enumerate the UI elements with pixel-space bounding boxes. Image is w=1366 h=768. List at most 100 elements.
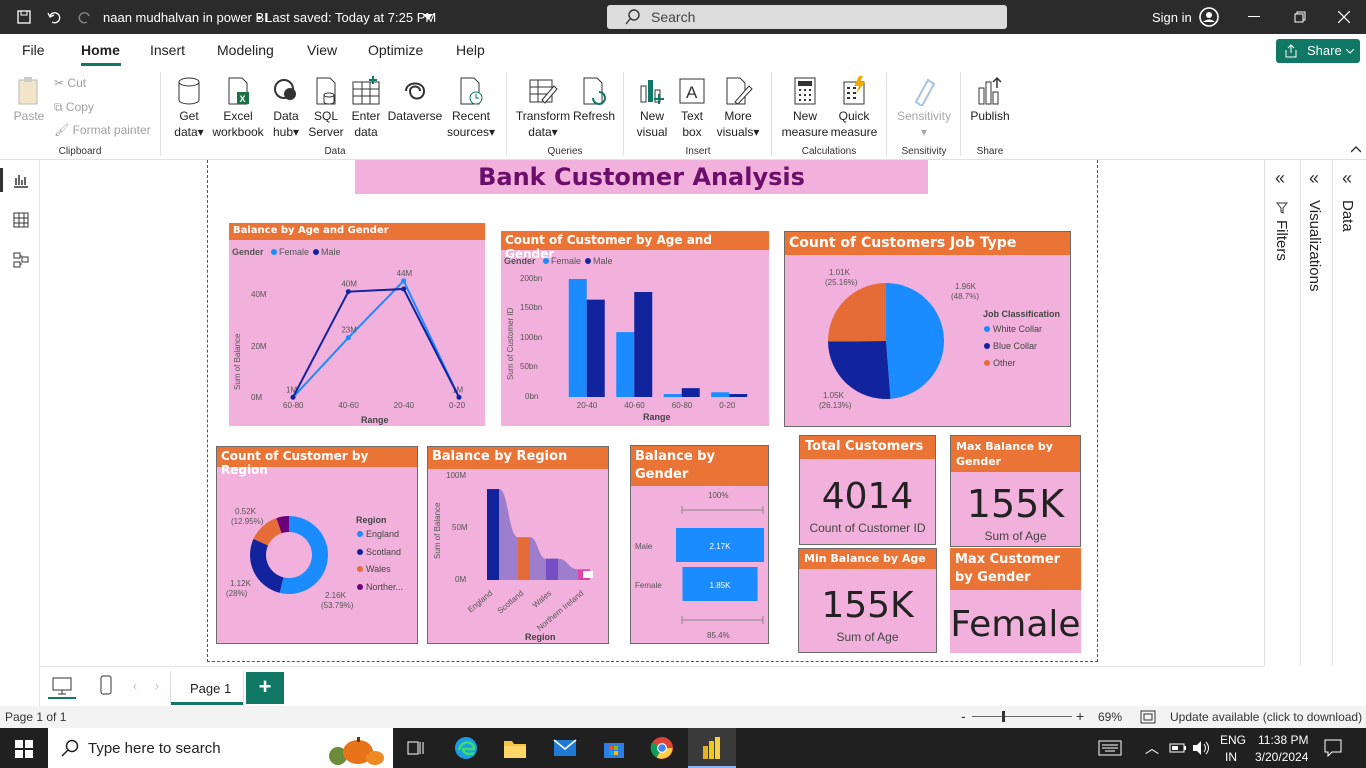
refresh-button[interactable]: Refresh [572,76,616,124]
max-balance-gender-card[interactable]: Max Balance by Gender 155K Sum of Age [950,435,1081,547]
card-title: Total Customers [800,436,935,459]
text-box-button[interactable]: A Text box [674,76,710,140]
kpi-caption: Count of Customer ID [809,521,926,535]
data-hub-button[interactable]: Data hub▾ [268,76,304,140]
max-customer-gender-card[interactable]: Max Customer by Gender Female [950,548,1081,653]
collapse-icon[interactable]: « [1275,168,1285,189]
publish-button[interactable]: Publish [968,76,1012,124]
tab-help[interactable]: Help [456,42,485,58]
update-link[interactable]: Update available (click to download) [1170,710,1362,724]
balance-gender-visual[interactable]: Balance by Gender 100% 2.17K Male 1.85K Fem… [630,445,769,644]
tab-insert[interactable]: Insert [150,42,185,58]
prev-page-icon[interactable]: ‹ [133,679,137,693]
publish-icon [978,76,1002,105]
next-page-icon[interactable]: › [155,679,159,693]
filters-pane[interactable]: « Filters [1264,160,1300,666]
language-label-1[interactable]: ENG [1220,733,1246,747]
notifications-icon[interactable] [1324,739,1342,757]
store-icon[interactable] [602,737,626,759]
new-measure-button[interactable]: New measure [780,76,830,140]
close-icon[interactable] [1338,11,1350,23]
taskbar-search[interactable]: Type here to search [48,728,393,768]
enter-data-button[interactable]: Enter data [348,76,384,140]
legend-dot [585,258,591,264]
new-visual-button[interactable]: New visual [632,76,672,140]
tab-view[interactable]: View [307,42,337,58]
tab-file[interactable]: File [22,42,45,58]
recent-sources-button[interactable]: Recent sources▾ [443,76,499,140]
language-label-2[interactable]: IN [1225,750,1237,764]
report-view-icon[interactable] [13,172,29,188]
zoom-out-button[interactable]: - [961,708,966,724]
chrome-icon[interactable] [650,736,674,760]
more-visuals-button[interactable]: More visuals▾ [712,76,764,140]
visual-title: Count of Customers Job Type [785,232,1070,255]
format-painter-button[interactable]: 🖌 Format painter [54,122,151,138]
edge-icon[interactable] [454,736,478,760]
total-customers-card[interactable]: Total Customers 4014 Count of Customer I… [799,435,936,545]
restore-icon[interactable] [1294,11,1306,23]
svg-text:X: X [240,94,246,104]
sign-in-link[interactable]: Sign in [1152,10,1192,25]
mobile-layout-icon[interactable] [100,675,112,695]
excel-workbook-button[interactable]: X Excel workbook [210,76,266,140]
chevron-down-icon[interactable] [423,14,433,20]
sensitivity-button[interactable]: Sensitivity ▾ [893,76,955,140]
visualizations-pane[interactable]: « Visualizations [1300,160,1332,666]
search-input[interactable]: Search [607,5,1007,29]
keyboard-icon[interactable] [1098,739,1122,757]
zoom-slider[interactable] [972,716,1072,717]
quick-measure-button[interactable]: Quick measure [829,76,879,140]
zoom-slider-thumb[interactable] [1002,711,1005,722]
power-bi-taskbar-button[interactable] [688,728,736,768]
clock-time[interactable]: 11:38 PM [1258,733,1308,747]
desktop-layout-icon[interactable] [52,677,72,695]
balance-region-visual[interactable]: Balance by Region Sum of Balance 100M 50… [427,446,609,644]
windows-start-icon[interactable] [15,740,33,758]
count-age-gender-visual[interactable]: Count of Customer by Age and Gender Gend… [501,231,769,426]
legend-item: Scotland [366,547,401,557]
insert-group-label: Insert [685,146,711,157]
user-icon[interactable] [1199,7,1219,27]
chevron-up-icon[interactable]: ︿ [1145,738,1159,758]
sql-server-button[interactable]: SQL Server [306,76,346,140]
collapse-ribbon-icon[interactable] [1351,146,1361,153]
clock-date[interactable]: 3/20/2024 [1255,750,1308,764]
job-type-visual[interactable]: Count of Customers Job Type 1.96K (48.7%)… [784,231,1071,427]
table-icon [352,76,380,105]
tab-home[interactable]: Home [81,42,120,58]
paste-button[interactable]: Paste [12,76,46,124]
database-icon [178,77,200,105]
mail-icon[interactable] [553,738,577,758]
fit-to-page-icon[interactable] [1140,710,1156,724]
balance-age-gender-visual[interactable]: Balance by Age and Gender Gender Female … [229,223,485,426]
collapse-icon[interactable]: « [1309,168,1319,189]
report-title-box[interactable]: Bank Customer Analysis [355,160,928,194]
cut-button[interactable]: ✂ Cut [54,75,86,91]
transform-data-button[interactable]: Transform data▾ [514,76,572,140]
dataverse-button[interactable]: Dataverse [387,76,443,124]
undo-icon[interactable] [47,10,61,24]
collapse-icon[interactable]: « [1342,168,1352,189]
add-page-button[interactable]: + [246,672,284,704]
redo-icon[interactable] [78,10,92,24]
save-icon[interactable] [17,10,31,24]
tab-page-1[interactable]: Page 1 [170,671,244,705]
region-count-visual[interactable]: Count of Customer by Region 2.16K (53.79%… [216,446,418,644]
min-balance-age-card[interactable]: Min Balance by Age 155K Sum of Age [798,548,937,653]
model-view-icon[interactable] [13,252,29,268]
volume-icon[interactable] [1192,740,1210,756]
copy-button[interactable]: ⧉ Copy [54,99,94,115]
file-explorer-icon[interactable] [503,737,527,759]
tab-optimize[interactable]: Optimize [368,42,423,58]
share-label: Share [1307,43,1342,58]
tab-modeling[interactable]: Modeling [217,42,274,58]
table-view-icon[interactable] [13,212,29,228]
minimize-icon[interactable] [1248,16,1260,18]
data-pane[interactable]: « Data [1332,160,1366,666]
battery-icon[interactable] [1169,741,1187,755]
share-button[interactable]: Share [1276,39,1360,63]
zoom-in-button[interactable]: + [1076,708,1084,724]
get-data-button[interactable]: Get data▾ [170,76,208,140]
task-view-icon[interactable] [407,739,425,757]
